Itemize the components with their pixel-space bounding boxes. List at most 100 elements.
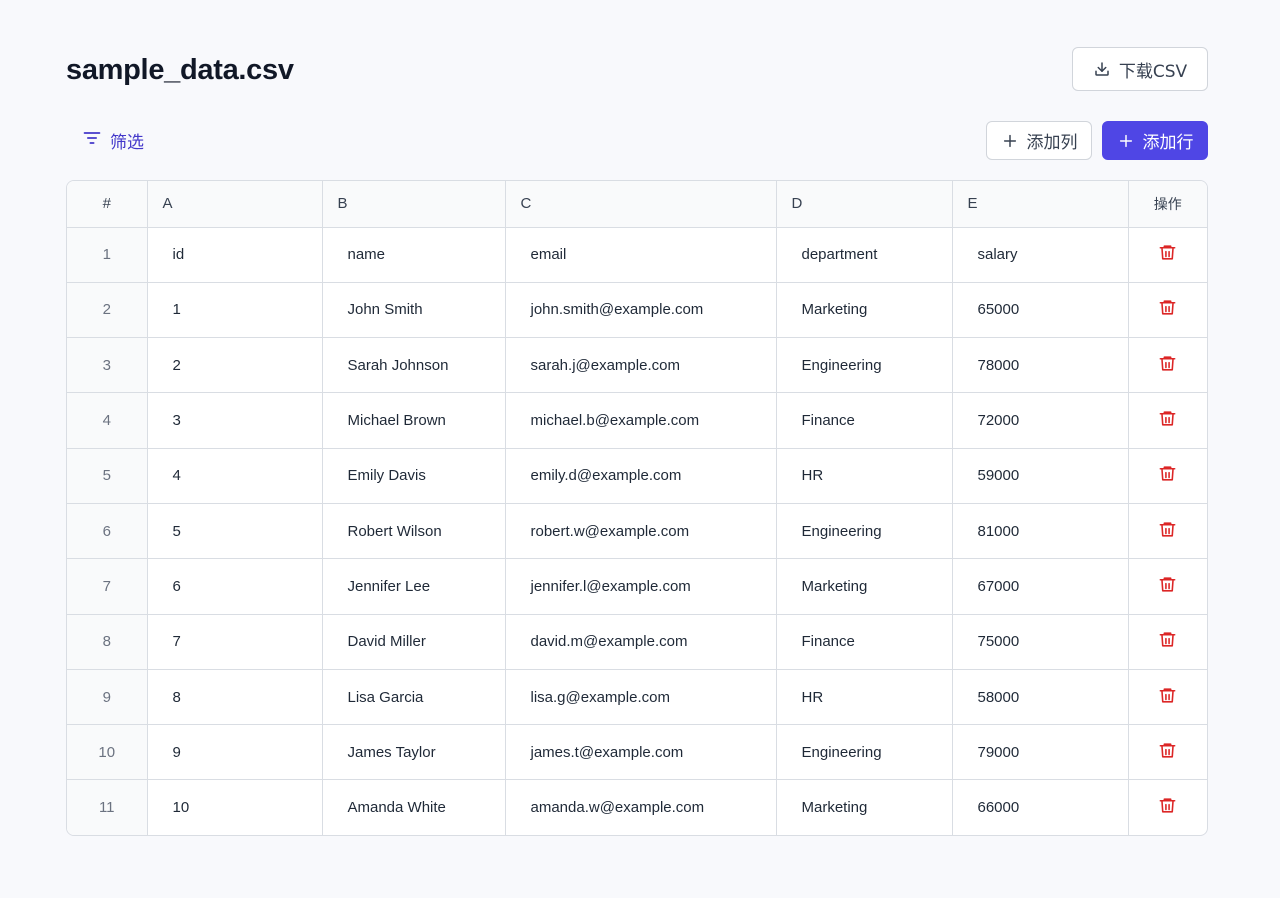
table-cell[interactable]: 1 [147,282,323,339]
table-cell[interactable]: Marketing [776,282,953,339]
table-cell[interactable]: Amanda White [322,779,506,835]
delete-row-icon[interactable] [1158,630,1177,649]
download-csv-button[interactable]: 下载CSV [1072,47,1208,91]
row-number: 3 [67,337,148,394]
table-cell[interactable]: David Miller [322,614,506,670]
table-cell[interactable]: Sarah Johnson [322,337,506,394]
table-cell[interactable]: 7 [147,614,323,670]
row-actions [1128,448,1207,504]
plus-icon [1001,132,1019,150]
table-cell[interactable]: email [505,227,777,283]
table-cell[interactable]: 10 [147,779,323,835]
column-header-c[interactable]: C [505,181,777,228]
table-cell[interactable]: Engineering [776,337,953,394]
row-number: 5 [67,448,148,504]
data-table: # A B C D E 操作 1 id name email department sal… [66,180,1208,836]
table-cell[interactable]: salary [952,227,1129,283]
table-cell[interactable]: michael.b@example.com [505,392,777,449]
delete-row-icon[interactable] [1158,686,1177,705]
table-cell[interactable]: Marketing [776,558,953,615]
table-row: 3 2 Sarah Johnson sarah.j@example.com Engine… [67,337,1207,394]
table-cell[interactable]: Engineering [776,724,953,781]
table-cell[interactable]: lisa.g@example.com [505,669,777,726]
table-cell[interactable]: 4 [147,448,323,504]
row-number: 1 [67,227,148,283]
delete-row-icon[interactable] [1158,741,1177,760]
row-actions [1128,724,1207,781]
row-number: 6 [67,503,148,560]
table-cell[interactable]: 3 [147,392,323,449]
add-column-button[interactable]: 添加列 [986,121,1092,160]
filter-button[interactable]: 筛选 [82,128,144,153]
table-cell[interactable]: Michael Brown [322,392,506,449]
table-cell[interactable]: Engineering [776,503,953,560]
delete-row-icon[interactable] [1158,575,1177,594]
table-cell[interactable]: Lisa Garcia [322,669,506,726]
actions-header: 操作 [1128,181,1207,228]
delete-row-icon[interactable] [1158,464,1177,483]
table-cell[interactable]: Finance [776,614,953,670]
table-cell[interactable]: sarah.j@example.com [505,337,777,394]
row-number: 7 [67,558,148,615]
table-cell[interactable]: 67000 [952,558,1129,615]
table-cell[interactable]: 9 [147,724,323,781]
table-cell[interactable]: 72000 [952,392,1129,449]
column-header-a[interactable]: A [147,181,323,228]
table-cell[interactable]: 5 [147,503,323,560]
table-row: 5 4 Emily Davis emily.d@example.com HR 59000 [67,448,1207,504]
table-cell[interactable]: Robert Wilson [322,503,506,560]
table-cell[interactable]: Jennifer Lee [322,558,506,615]
row-number: 8 [67,614,148,670]
table-cell[interactable]: 6 [147,558,323,615]
column-header-e[interactable]: E [952,181,1129,228]
delete-row-icon[interactable] [1158,354,1177,373]
table-cell[interactable]: John Smith [322,282,506,339]
row-actions [1128,392,1207,449]
table-cell[interactable]: john.smith@example.com [505,282,777,339]
table-cell[interactable]: 78000 [952,337,1129,394]
table-cell[interactable]: 8 [147,669,323,726]
table-cell[interactable]: david.m@example.com [505,614,777,670]
row-number: 9 [67,669,148,726]
table-cell[interactable]: 66000 [952,779,1129,835]
filter-label: 筛选 [110,132,144,153]
table-cell[interactable]: robert.w@example.com [505,503,777,560]
row-actions [1128,614,1207,670]
table-cell[interactable]: 58000 [952,669,1129,726]
table-cell[interactable]: id [147,227,323,283]
table-cell[interactable]: HR [776,669,953,726]
table-cell[interactable]: Emily Davis [322,448,506,504]
table-row: 4 3 Michael Brown michael.b@example.com Fina… [67,392,1207,449]
row-actions [1128,669,1207,726]
table-cell[interactable]: 65000 [952,282,1129,339]
table-cell[interactable]: name [322,227,506,283]
row-actions [1128,558,1207,615]
delete-row-icon[interactable] [1158,796,1177,815]
table-cell[interactable]: amanda.w@example.com [505,779,777,835]
table-cell[interactable]: 81000 [952,503,1129,560]
delete-row-icon[interactable] [1158,409,1177,428]
table-cell[interactable]: 59000 [952,448,1129,504]
row-actions [1128,227,1207,283]
table-cell[interactable]: 79000 [952,724,1129,781]
table-cell[interactable]: 2 [147,337,323,394]
table-cell[interactable]: HR [776,448,953,504]
table-cell[interactable]: Finance [776,392,953,449]
delete-row-icon[interactable] [1158,243,1177,262]
table-cell[interactable]: department [776,227,953,283]
delete-row-icon[interactable] [1158,520,1177,539]
table-cell[interactable]: 75000 [952,614,1129,670]
table-cell[interactable]: Marketing [776,779,953,835]
row-number: 2 [67,282,148,339]
table-cell[interactable]: james.t@example.com [505,724,777,781]
add-row-button[interactable]: 添加行 [1102,121,1208,160]
row-number-header: # [67,181,148,228]
csv-editor-page: sample_data.csv 下载CSV 筛选 添加列 添加行 # A B C… [0,0,1280,898]
row-number: 10 [67,724,148,781]
delete-row-icon[interactable] [1158,298,1177,317]
column-header-b[interactable]: B [322,181,506,228]
table-cell[interactable]: jennifer.l@example.com [505,558,777,615]
table-cell[interactable]: emily.d@example.com [505,448,777,504]
column-header-d[interactable]: D [776,181,953,228]
table-cell[interactable]: James Taylor [322,724,506,781]
